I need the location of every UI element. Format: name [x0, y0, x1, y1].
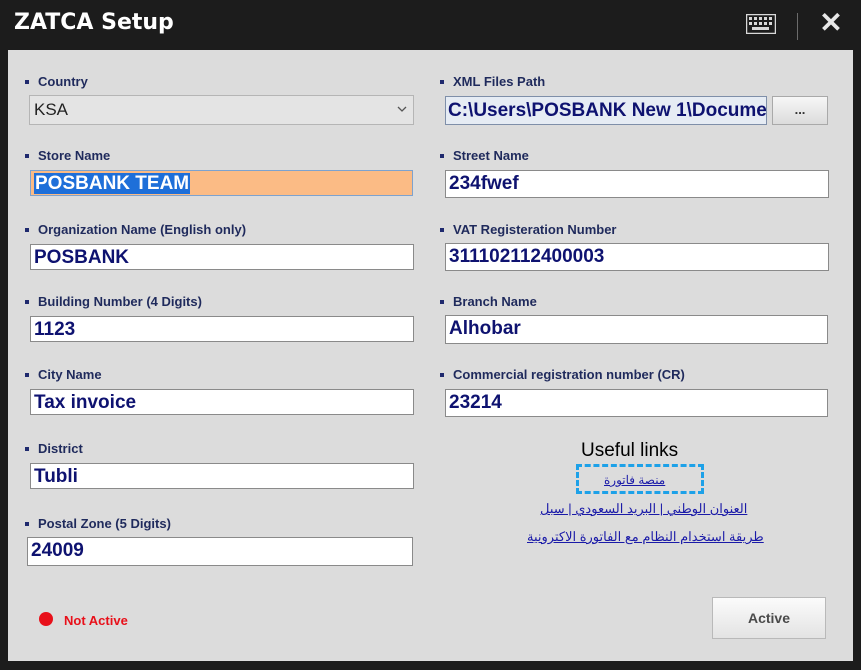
store-name-value: POSBANK TEAM	[34, 173, 191, 194]
street-name-input[interactable]: 234fwef	[445, 170, 829, 198]
national-address-links[interactable]: العنوان الوطني | البريد السعودي | سبل	[540, 501, 747, 517]
organization-name-input[interactable]: POSBANK	[30, 244, 414, 270]
xml-files-path-label: XML Files Path	[439, 74, 546, 89]
window-title: ZATCA Setup	[14, 10, 174, 35]
fatoora-platform-link[interactable]: منصة فاتورة	[604, 473, 665, 487]
building-number-input[interactable]: 1123	[30, 316, 414, 342]
close-icon[interactable]: ✕	[818, 8, 844, 38]
browse-button[interactable]: ...	[772, 96, 828, 125]
status-indicator	[39, 612, 53, 626]
useful-links-heading: Useful links	[581, 440, 679, 461]
country-value: KSA	[34, 100, 69, 119]
building-number-label: Building Number (4 Digits)	[25, 294, 202, 309]
branch-name-input[interactable]: Alhobar	[445, 315, 828, 344]
postal-zone-label: Postal Zone (5 Digits)	[25, 516, 171, 531]
branch-name-label: Branch Name	[440, 294, 537, 309]
cr-number-input[interactable]: 23214	[445, 389, 828, 417]
titlebar-divider	[797, 13, 798, 40]
title-bar: ZATCA Setup ✕	[0, 0, 861, 50]
active-button[interactable]: Active	[712, 597, 826, 639]
vat-number-input[interactable]: 311102112400003	[445, 243, 829, 271]
vat-number-label: VAT Registeration Number	[439, 222, 617, 237]
store-name-label: Store Name	[24, 148, 111, 163]
cr-number-label: Commercial registration number (CR)	[440, 367, 685, 382]
country-select[interactable]: KSA	[29, 95, 414, 125]
setup-panel: Country KSA Store Name POSBANK TEAM Orga…	[8, 50, 853, 661]
chevron-down-icon	[397, 106, 407, 112]
e-invoice-guide-link[interactable]: طريقة استخدام النظام مع الفاتورة الاكترو…	[527, 529, 764, 545]
organization-name-label: Organization Name (English only)	[24, 222, 247, 237]
district-input[interactable]: Tubli	[30, 463, 414, 489]
postal-zone-input[interactable]: 24009	[27, 537, 413, 566]
street-name-label: Street Name	[440, 148, 529, 163]
district-label: District	[25, 441, 83, 456]
city-name-input[interactable]: Tax invoice	[30, 389, 414, 415]
store-name-input[interactable]: POSBANK TEAM	[30, 170, 413, 196]
country-label: Country	[25, 74, 88, 89]
keyboard-icon[interactable]	[746, 14, 776, 34]
xml-files-path-input[interactable]: C:\Users\POSBANK New 1\Documents	[445, 96, 767, 125]
status-text: Not Active	[64, 613, 128, 628]
city-name-label: City Name	[25, 367, 102, 382]
